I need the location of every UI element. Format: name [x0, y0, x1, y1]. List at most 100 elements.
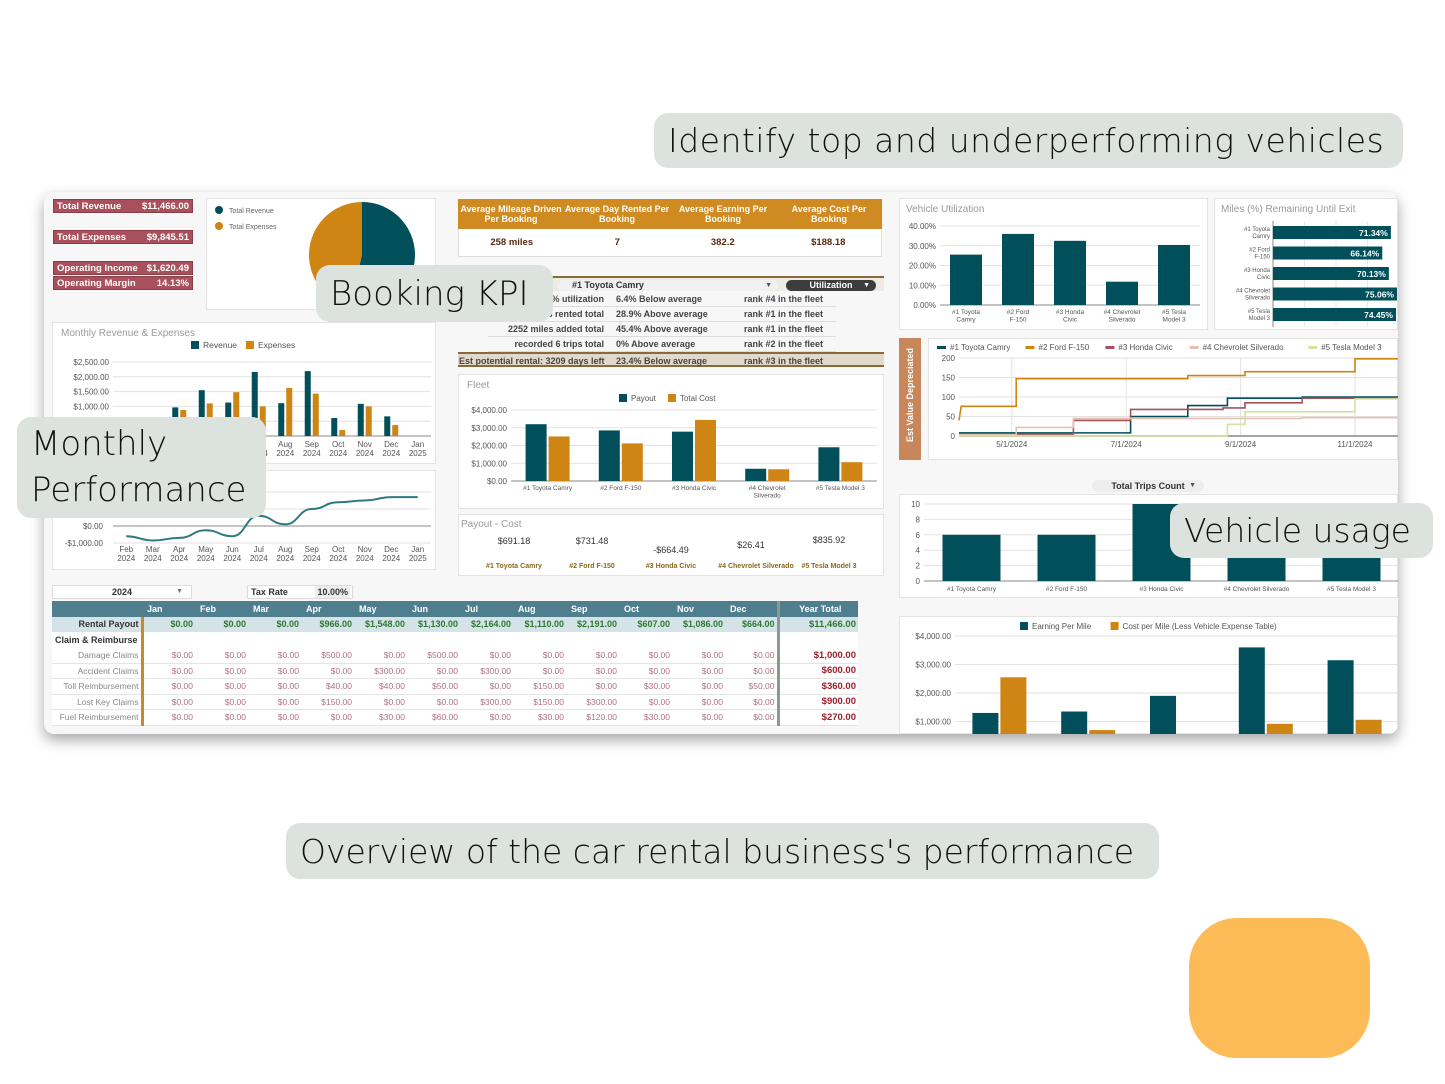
bar [1355, 719, 1382, 734]
bar [357, 403, 364, 436]
legend-swatch [215, 222, 223, 230]
bar [598, 430, 620, 481]
table-cell: $0.00 [672, 709, 725, 726]
x-tick-label: Aug 2024 [276, 440, 294, 458]
legend-swatch [1020, 622, 1028, 630]
y-tick-label: 150 [942, 374, 956, 383]
table-cell: $30.00 [513, 709, 566, 726]
row-total: $360.00 [776, 678, 858, 695]
per-mile-panel: $1,000.00 $2,000.00 $3,000.00 $4,000.00 Earn… [899, 616, 1398, 734]
table-cell: $0.00 [460, 647, 513, 664]
x-tick-label: Dec 2024 [382, 545, 400, 563]
x-tick-label: Jun2024 [223, 545, 241, 563]
callout-monthly-performance: Monthly Performance [17, 417, 266, 518]
callout-text: Booking KPI [330, 273, 529, 314]
table-cell: $300.00 [460, 694, 513, 710]
bar [1158, 244, 1190, 305]
table-cell: $0.00 [354, 647, 407, 664]
vehicle-select[interactable]: #1 Toyota Camry ▼ [558, 280, 778, 291]
y-tick-label: 50 [946, 413, 955, 422]
bar [392, 425, 399, 436]
table-cell: $0.00 [725, 647, 778, 664]
month-header: Jul [460, 601, 513, 617]
booking-kpi-value: $188.18 [811, 237, 846, 248]
row-label: Accident Claims [52, 663, 144, 679]
booking-kpi-header: Average Mileage Driven Per Booking [460, 204, 562, 224]
depreciation-metric-tab[interactable]: Est Value Depreciated▼ [899, 338, 965, 460]
month-header: Feb [195, 601, 248, 617]
tax-rate-label: Tax Rate [251, 587, 288, 597]
section-row: Claim & Reimburse [52, 632, 858, 648]
metric-select[interactable]: Utilization ▼ [786, 280, 876, 291]
bar [312, 393, 319, 436]
legend-label: Expenses [258, 340, 295, 350]
bar [818, 447, 840, 481]
year-total-header: Year Total [776, 601, 858, 617]
decorative-shape [1189, 918, 1370, 1058]
bar [1089, 730, 1116, 734]
bar [1106, 281, 1138, 305]
x-tick-label: #5 Tesla Model 3 [816, 485, 865, 492]
bar [1054, 240, 1086, 305]
bar [768, 469, 790, 481]
legend-label: #4 Chevrolet Silverado [1203, 343, 1284, 352]
payout-cost-vehicle: #1 Toyota Camry [486, 563, 542, 570]
y-tick-label: -$1,000.00 [65, 539, 104, 548]
kpi-value: 14.13% [156, 277, 189, 289]
x-tick-label: #4 Chevrolet Silverado [1224, 586, 1290, 593]
y-tick-label: $2,000.00 [915, 689, 951, 698]
table-cell: $0.00 [672, 694, 725, 710]
kpi-operating-margin: Operating Margin 14.13% [53, 276, 193, 290]
legend-label: Revenue [203, 340, 237, 350]
legend-label: Total Expenses [229, 224, 277, 231]
vehicle-stat-row: 2252 miles added total 45.4% Above averag… [488, 322, 836, 337]
payout-cost-value: $691.18 [497, 536, 531, 546]
callout-identify-vehicles: Identify top and underperforming vehicle… [654, 113, 1403, 168]
y-tick-label: 30.00% [909, 242, 936, 251]
table-cell: $0.00 [407, 694, 460, 710]
kpi-total-expenses: Total Expenses $9,845.51 [53, 230, 193, 244]
bar-value-label: 75.06% [1365, 290, 1394, 300]
rank: rank #3 in the fleet [744, 356, 824, 366]
legend-swatch [1110, 622, 1119, 630]
compare: 28.9% Above average [616, 309, 708, 319]
payout-cost-value: $835.92 [812, 535, 846, 545]
x-tick-label: Feb2024 [117, 545, 135, 563]
table-cell: $0.00 [142, 663, 195, 679]
table-row: Accident Claims $0.00 $0.00 $0.00 $0.00 $300.… [52, 663, 858, 679]
kpi-value: $11,466.00 [141, 200, 189, 212]
table-header-cell [52, 601, 142, 617]
legend-swatch [667, 394, 676, 402]
trips-metric-select[interactable]: Total Trips Count ▼ [1092, 480, 1204, 492]
payout-cell: $966.00 [301, 616, 354, 632]
rank: rank #1 in the fleet [744, 309, 824, 319]
x-tick-label: Mar2024 [144, 545, 162, 563]
metric-select-value: Utilization [809, 280, 853, 290]
y-tick-label: $4,000.00 [915, 632, 951, 641]
payout-cell: $0.00 [248, 616, 301, 632]
year-select[interactable]: 2024 ▼ [52, 585, 192, 599]
month-header: May [354, 601, 407, 617]
compare: 0% Above average [616, 339, 696, 349]
table-cell: $30.00 [354, 709, 407, 726]
month-header: Apr [301, 601, 354, 617]
tax-rate-value[interactable]: 10.00% [315, 586, 350, 598]
table-cell: $0.00 [301, 663, 354, 679]
y-tick-label: 0 [916, 577, 921, 586]
booking-kpi-header: Average Cost Per Booking [791, 204, 867, 224]
per-mile-bar-chart: $1,000.00 $2,000.00 $3,000.00 $4,000.00 Earn… [915, 622, 1398, 734]
booking-kpi-values: 258 miles 7 382.2 $188.18 [458, 229, 882, 257]
bar-value-label: 74.45% [1364, 310, 1393, 320]
bar [384, 416, 391, 436]
callout-text: Performance [31, 470, 247, 510]
bar [1000, 677, 1027, 734]
x-tick-label: #1 Toyota Camry [523, 485, 573, 492]
booking-kpi-header: Average Earning Per Booking [678, 204, 768, 224]
y-tick-label: $1,500.00 [73, 388, 109, 397]
payout-cost-vehicle: #2 Ford F-150 [569, 563, 615, 570]
x-tick-label: May2024 [197, 545, 215, 563]
table-row: Fuel Reimbursement $0.00 $0.00 $0.00 $0.00 $3… [52, 709, 858, 726]
legend-label: #5 Tesla Model 3 [1321, 343, 1382, 352]
x-tick-label: #5 Tesla Model 3 [1162, 309, 1186, 324]
table-cell: $150.00 [513, 694, 566, 710]
